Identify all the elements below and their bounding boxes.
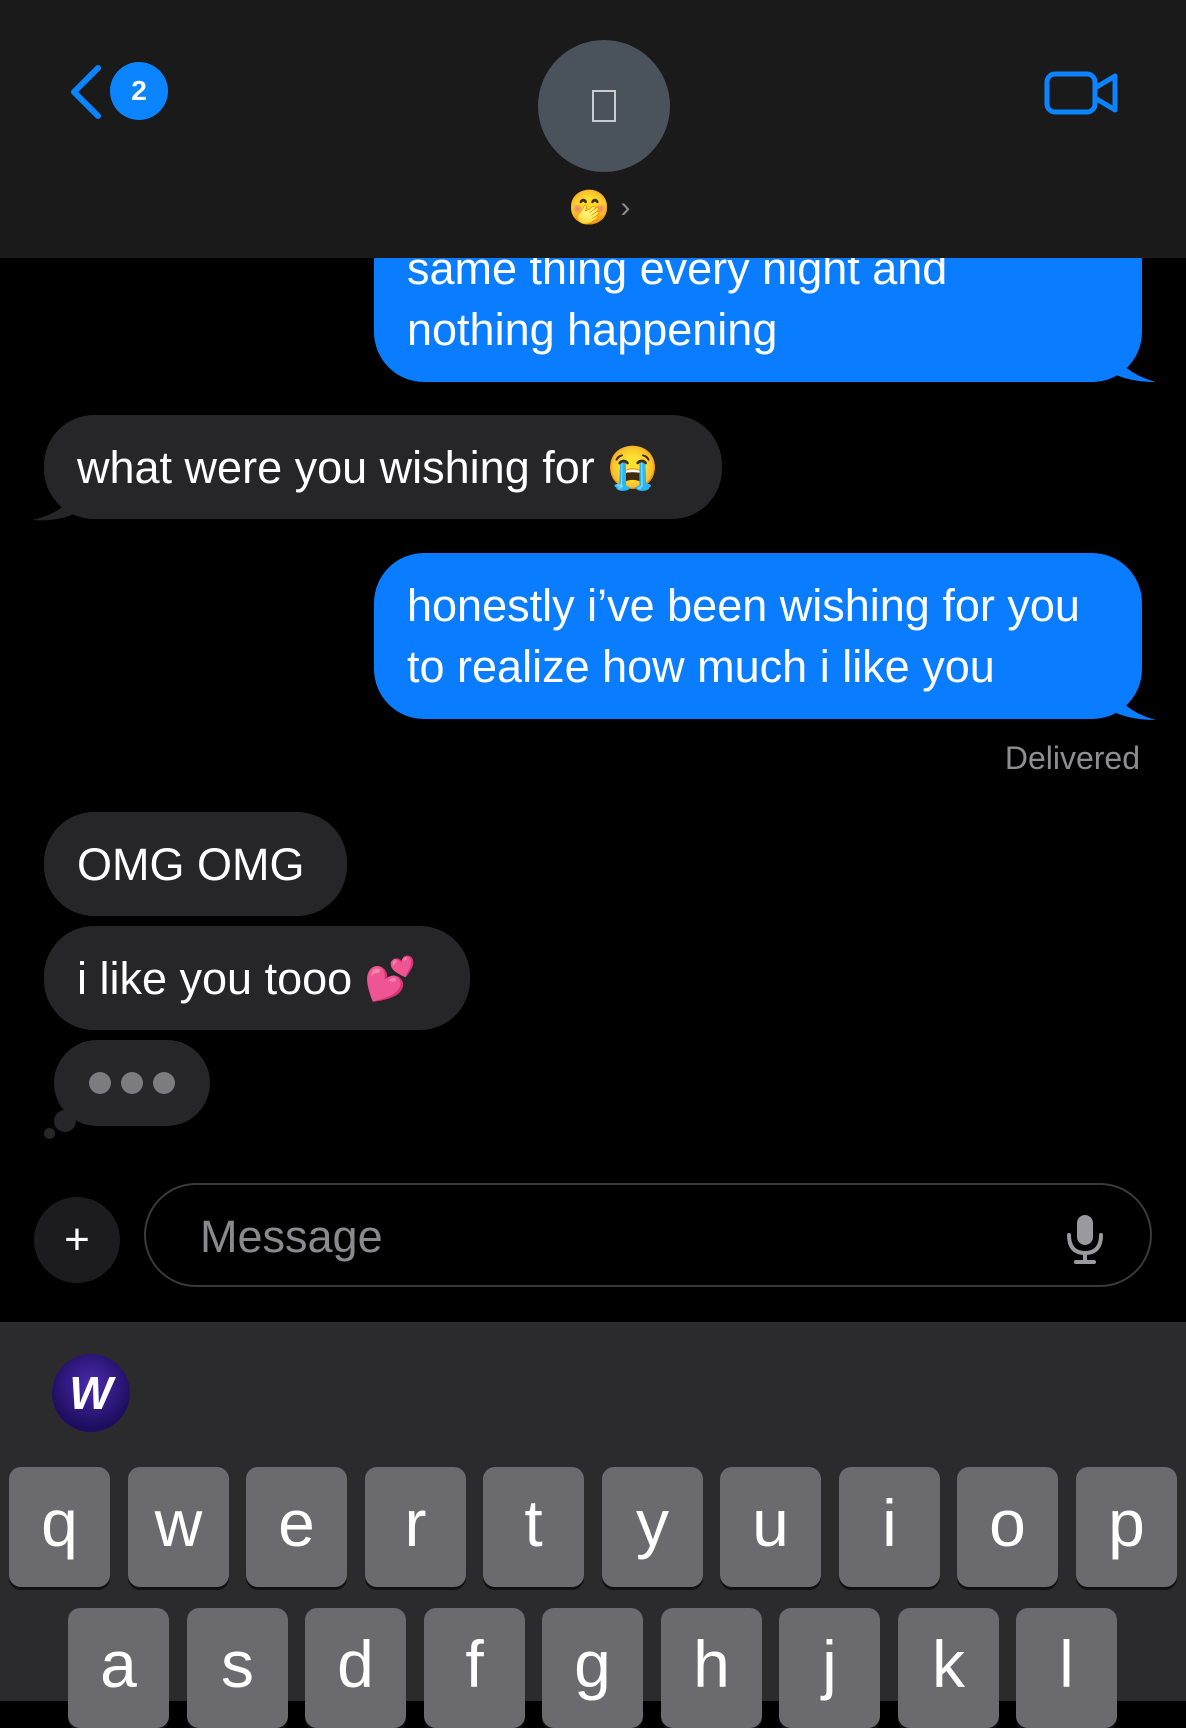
key-o[interactable]: o xyxy=(957,1467,1058,1587)
key-label: g xyxy=(574,1627,611,1701)
received-message-bubble[interactable]: i like you tooo 💕 xyxy=(44,926,470,1030)
message-text: i like you tooo xyxy=(77,952,353,1004)
key-w[interactable]: w xyxy=(128,1467,229,1587)
microphone-icon[interactable] xyxy=(1064,1213,1106,1265)
chevron-right-icon: › xyxy=(620,191,631,224)
key-label: d xyxy=(337,1627,374,1701)
key-label: q xyxy=(41,1486,78,1560)
key-label: a xyxy=(100,1627,137,1701)
key-label: j xyxy=(822,1627,837,1701)
message-input-container xyxy=(144,1183,1152,1287)
typing-tail-dot xyxy=(44,1128,55,1139)
key-label: i xyxy=(882,1486,897,1560)
received-bubble-tail xyxy=(32,482,78,521)
sent-bubble-tail xyxy=(1110,342,1156,382)
received-message-bubble[interactable]: OMG OMG xyxy=(44,812,347,916)
typing-indicator xyxy=(54,1040,210,1126)
key-s[interactable]: s xyxy=(187,1608,288,1728)
key-i[interactable]: i xyxy=(839,1467,940,1587)
keyboard-app-icon[interactable]: W xyxy=(52,1354,130,1432)
contact-avatar[interactable] xyxy=(538,40,670,172)
key-label: k xyxy=(932,1627,965,1701)
key-l[interactable]: l xyxy=(1016,1608,1117,1728)
received-message-bubble[interactable]: what were you wishing for 😭 xyxy=(44,415,722,519)
key-r[interactable]: r xyxy=(365,1467,466,1587)
typing-dot xyxy=(153,1072,175,1094)
delivered-status: Delivered xyxy=(1004,740,1140,776)
key-label: t xyxy=(524,1486,543,1560)
message-text: OMG OMG xyxy=(77,838,305,890)
key-h[interactable]: h xyxy=(661,1608,762,1728)
key-label: p xyxy=(1108,1486,1145,1560)
key-label: h xyxy=(693,1627,730,1701)
typing-dot xyxy=(89,1072,111,1094)
key-label: s xyxy=(221,1627,254,1701)
message-text: nothing happening xyxy=(407,304,778,355)
key-j[interactable]: j xyxy=(779,1608,880,1728)
typing-tail-dot xyxy=(54,1110,76,1132)
sent-message-bubble[interactable]: honestly i’ve been wishing for you to re… xyxy=(374,553,1142,719)
back-button[interactable]: 2 xyxy=(68,60,178,120)
key-q[interactable]: q xyxy=(9,1467,110,1587)
key-label: r xyxy=(404,1486,427,1560)
key-label: f xyxy=(465,1627,484,1701)
key-k[interactable]: k xyxy=(898,1608,999,1728)
key-g[interactable]: g xyxy=(542,1608,643,1728)
plus-button[interactable]: + xyxy=(34,1197,120,1283)
key-label: y xyxy=(636,1486,669,1560)
key-y[interactable]: y xyxy=(602,1467,703,1587)
message-text: honestly i’ve been wishing for you xyxy=(407,580,1080,631)
typing-dot xyxy=(121,1072,143,1094)
two-hearts-emoji: 💕 xyxy=(364,954,417,1002)
placeholder-glyph-icon xyxy=(592,90,616,122)
message-input[interactable] xyxy=(198,1203,1022,1271)
key-a[interactable]: a xyxy=(68,1608,169,1728)
message-text: to realize how much i like you xyxy=(407,641,995,692)
key-e[interactable]: e xyxy=(246,1467,347,1587)
conversation-header: 2 🤭 › xyxy=(0,0,1186,258)
video-call-icon[interactable] xyxy=(1044,70,1120,116)
key-label: w xyxy=(154,1486,203,1560)
message-text: what were you wishing for xyxy=(77,441,595,493)
key-u[interactable]: u xyxy=(720,1467,821,1587)
key-t[interactable]: t xyxy=(483,1467,584,1587)
key-label: e xyxy=(278,1486,315,1560)
chevron-left-icon xyxy=(71,65,101,119)
key-label: u xyxy=(752,1486,789,1560)
key-label: o xyxy=(989,1486,1026,1560)
unread-count-badge: 2 xyxy=(110,62,168,120)
sent-bubble-tail xyxy=(1110,680,1156,720)
key-label: l xyxy=(1059,1627,1074,1701)
keyboard: W q w e r t y u i o p a s d f g h j k l xyxy=(0,1322,1186,1728)
key-d[interactable]: d xyxy=(305,1608,406,1728)
loudly-crying-emoji: 😭 xyxy=(606,443,660,491)
key-p[interactable]: p xyxy=(1076,1467,1177,1587)
key-f[interactable]: f xyxy=(424,1608,525,1728)
contact-name: 🤭 xyxy=(568,189,611,227)
contact-name-button[interactable]: 🤭 › xyxy=(568,186,630,230)
